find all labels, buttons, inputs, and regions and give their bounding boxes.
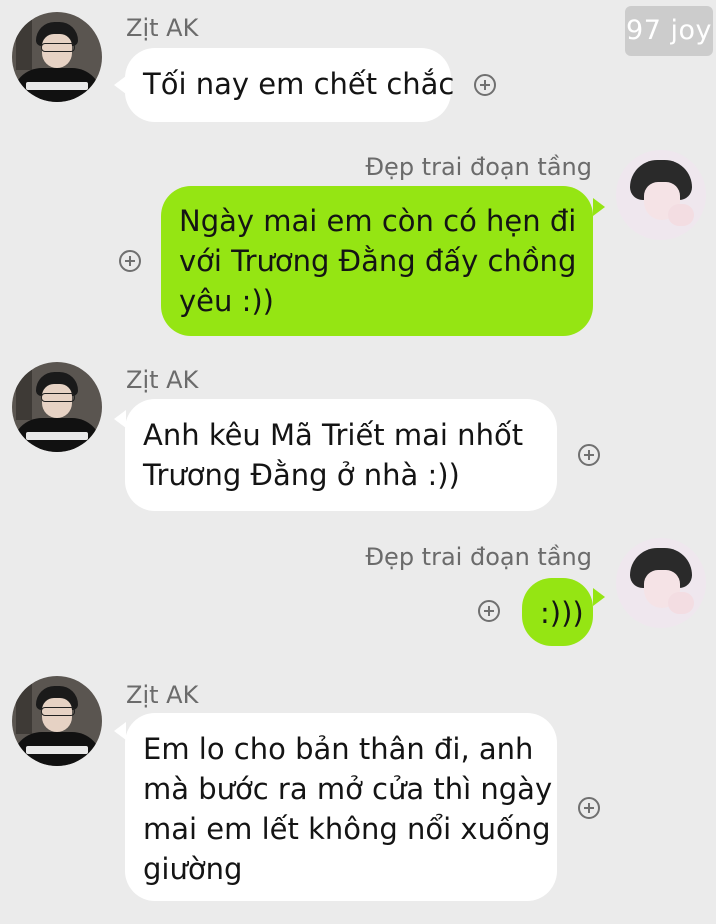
message-bubble[interactable]: Tối nay em chết chắc xyxy=(125,48,455,122)
avatar[interactable] xyxy=(12,362,102,452)
sender-name: Zịt AK xyxy=(126,681,199,709)
message-bubble[interactable]: Anh kêu Mã Triết mai nhốt Trương Đằng ở … xyxy=(125,399,557,511)
bubble-tail xyxy=(593,588,605,606)
message-line: yêu :)) xyxy=(179,284,275,318)
message-line: Trương Đằng ở nhà :)) xyxy=(143,458,460,492)
plus-circle-icon[interactable] xyxy=(474,74,496,96)
message-bubble[interactable]: :))) xyxy=(522,578,593,646)
watermark: 97 joy xyxy=(625,6,713,56)
message-line: :))) xyxy=(540,596,584,630)
message-line: Ngày mai em còn có hẹn đi xyxy=(179,204,577,238)
plus-circle-icon[interactable] xyxy=(578,444,600,466)
sender-name: Đẹp trai đoạn tầng xyxy=(365,543,592,571)
message-bubble[interactable]: Ngày mai em còn có hẹn đi với Trương Đằn… xyxy=(161,186,593,336)
bubble-tail xyxy=(593,198,605,216)
sender-name: Zịt AK xyxy=(126,366,199,394)
plus-circle-icon[interactable] xyxy=(478,600,500,622)
avatar[interactable] xyxy=(12,12,102,102)
sender-name: Zịt AK xyxy=(126,14,199,42)
avatar[interactable] xyxy=(616,538,706,628)
plus-circle-icon[interactable] xyxy=(119,250,141,272)
message-line: Anh kêu Mã Triết mai nhốt xyxy=(143,418,524,452)
avatar[interactable] xyxy=(12,676,102,766)
message-bubble[interactable]: Em lo cho bản thân đi, anh mà bước ra mở… xyxy=(125,713,557,901)
message-line: mai em lết không nổi xuống xyxy=(143,812,551,846)
plus-circle-icon[interactable] xyxy=(578,797,600,819)
message-line: Tối nay em chết chắc xyxy=(143,67,455,101)
message-line: mà bước ra mở cửa thì ngày xyxy=(143,772,553,806)
message-line: Em lo cho bản thân đi, anh xyxy=(143,732,534,766)
bubble-tail xyxy=(114,722,126,740)
message-line: giường xyxy=(143,852,243,886)
avatar[interactable] xyxy=(616,150,706,240)
message-line: với Trương Đằng đấy chồng xyxy=(179,244,577,278)
sender-name: Đẹp trai đoạn tầng xyxy=(365,153,592,181)
